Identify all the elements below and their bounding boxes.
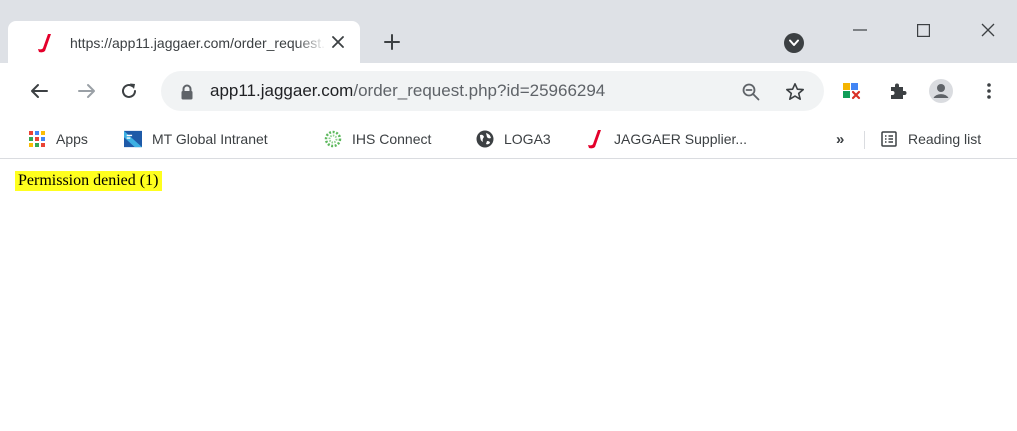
bookmark-mt-global-intranet[interactable]: MT Global Intranet: [124, 125, 268, 153]
bookmark-label: IHS Connect: [352, 131, 432, 147]
zoom-icon[interactable]: [740, 81, 762, 103]
address-bar[interactable]: app11.jaggaer.com/order_request.php?id=2…: [161, 71, 824, 111]
url-text[interactable]: app11.jaggaer.com/order_request.php?id=2…: [210, 80, 605, 102]
tab-strip: https://app11.jaggaer.com/order_request.…: [0, 0, 1017, 63]
close-window-icon[interactable]: [968, 16, 1008, 44]
bookmark-jaggaer-supplier[interactable]: JAGGAER Supplier...: [586, 125, 747, 153]
bookmark-loga3[interactable]: LOGA3: [476, 125, 551, 153]
url-host: app11.jaggaer.com: [210, 81, 354, 100]
ihs-icon: [324, 130, 342, 148]
bookmarks-overflow-button[interactable]: »: [836, 125, 844, 153]
tab-close-icon[interactable]: [330, 34, 346, 50]
maximize-window-icon[interactable]: [903, 16, 943, 44]
profile-avatar-icon[interactable]: [929, 79, 953, 103]
lock-icon[interactable]: [180, 84, 194, 100]
reading-list-button[interactable]: Reading list: [880, 125, 981, 153]
bookmark-label: Apps: [56, 131, 88, 147]
tab-title: https://app11.jaggaer.com/order_request.…: [70, 33, 326, 53]
reading-list-icon: [880, 130, 898, 148]
jaggaer-logo-icon: [586, 130, 604, 149]
intranet-icon: [124, 130, 142, 148]
bookmark-label: JAGGAER Supplier...: [614, 131, 748, 147]
tab-search-icon[interactable]: [784, 33, 804, 53]
new-tab-plus-icon[interactable]: [381, 31, 403, 53]
bookmark-ihs-connect[interactable]: IHS Connect: [324, 125, 431, 153]
page-content: Permission denied (1): [0, 160, 1017, 431]
forward-arrow-icon[interactable]: [75, 79, 99, 103]
browser-tab-active[interactable]: https://app11.jaggaer.com/order_request.…: [8, 21, 360, 63]
bookmarks-bar: Apps MT Global Intranet IHS Connect LOGA…: [0, 119, 1017, 159]
extensions-puzzle-icon[interactable]: [886, 79, 910, 103]
jaggaer-favicon-icon: [36, 33, 54, 53]
bookmark-label: MT Global Intranet: [152, 131, 268, 147]
reading-list-label: Reading list: [908, 131, 982, 147]
bookmark-label: LOGA3: [504, 131, 551, 147]
globe-icon: [476, 130, 494, 148]
permission-denied-message: Permission denied (1): [15, 171, 163, 191]
reload-icon[interactable]: [117, 79, 141, 103]
url-path: /order_request.php?id=25966294: [353, 81, 606, 100]
bookmark-apps[interactable]: Apps: [28, 125, 88, 153]
bookmarks-overflow-label: »: [836, 130, 845, 148]
kebab-menu-icon[interactable]: [977, 79, 1001, 103]
browser-toolbar: app11.jaggaer.com/order_request.php?id=2…: [0, 63, 1017, 119]
back-arrow-icon[interactable]: [27, 79, 51, 103]
minimize-window-icon[interactable]: [840, 16, 880, 44]
extension-blocked-icon[interactable]: [840, 79, 864, 103]
bookmarks-divider: [864, 131, 865, 149]
bookmark-star-icon[interactable]: [784, 81, 806, 103]
apps-grid-icon: [28, 130, 46, 148]
